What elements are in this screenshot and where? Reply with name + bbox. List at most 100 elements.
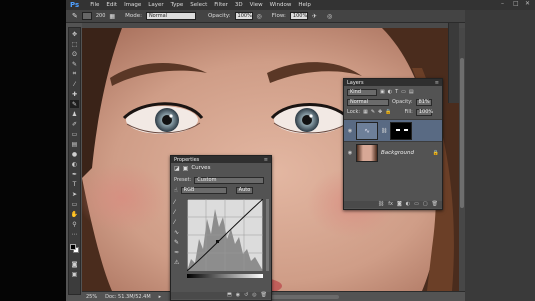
eyedropper-tool-icon[interactable]: ⁄ — [70, 80, 79, 88]
vertical-scroll-thumb[interactable] — [460, 58, 464, 208]
smooth-icon[interactable]: ≈ — [174, 249, 182, 256]
background-layer-name[interactable]: Background — [381, 150, 414, 156]
preset-select[interactable]: Custom — [194, 176, 265, 184]
new-layer-icon[interactable]: ▢ — [423, 201, 428, 208]
blend-mode-select[interactable]: Normal — [347, 98, 389, 106]
filter-smart-icon[interactable]: ▤ — [409, 89, 414, 95]
background-thumbnail[interactable] — [356, 143, 378, 162]
screen-mode-icon[interactable]: ▣ — [70, 270, 79, 278]
layer-mask-thumbnail[interactable] — [390, 121, 413, 140]
link-layers-icon[interactable]: ⛓ — [378, 201, 384, 208]
filter-shape-icon[interactable]: ▭ — [401, 89, 406, 95]
menu-filter[interactable]: Filter — [214, 2, 228, 8]
minimize-icon[interactable]: – — [501, 1, 507, 7]
filter-type-icon[interactable]: T — [395, 89, 398, 95]
curves-graph[interactable] — [187, 199, 263, 271]
brush-tool-selected-icon[interactable]: ✎ — [70, 100, 79, 108]
zoom-tool-icon[interactable]: ⚲ — [70, 220, 79, 228]
target-adjust-icon[interactable]: ☝ — [174, 187, 178, 194]
dodge-tool-icon[interactable]: ◐ — [70, 160, 79, 168]
filter-pixel-icon[interactable]: ▣ — [380, 89, 385, 95]
menu-file[interactable]: File — [90, 2, 99, 8]
view-previous-icon[interactable]: ◉ — [236, 292, 240, 299]
new-group-icon[interactable]: ▭ — [414, 201, 419, 208]
move-tool-icon[interactable]: ✥ — [70, 30, 79, 38]
reset-icon[interactable]: ↺ — [244, 292, 248, 299]
panel-menu-icon[interactable]: ≡ — [264, 157, 268, 163]
clip-layer-icon[interactable]: ⬒ — [227, 292, 232, 299]
menu-3d[interactable]: 3D — [235, 2, 243, 8]
lock-pixels-icon[interactable]: ✎ — [371, 109, 375, 115]
hand-tool-icon[interactable]: ✋ — [70, 210, 79, 218]
mode-select[interactable]: Normal — [145, 12, 196, 20]
quick-mask-icon[interactable]: ◙ — [70, 260, 79, 268]
properties-scrollbar[interactable] — [266, 199, 269, 271]
more-tools-icon[interactable]: ⋯ — [70, 230, 79, 238]
visibility-icon[interactable]: ◎ — [252, 292, 256, 299]
healing-tool-icon[interactable]: ✚ — [70, 90, 79, 98]
gradient-tool-icon[interactable]: ▤ — [70, 140, 79, 148]
lock-all-icon[interactable]: 🔒 — [385, 109, 391, 115]
menu-edit[interactable]: Edit — [106, 2, 117, 8]
lock-position-icon[interactable]: ✥ — [378, 109, 382, 115]
menu-image[interactable]: Image — [124, 2, 141, 8]
shape-tool-icon[interactable]: ▭ — [70, 200, 79, 208]
fx-icon[interactable]: fx — [388, 201, 393, 208]
menu-view[interactable]: View — [250, 2, 263, 8]
mask-icon[interactable]: ▣ — [183, 165, 189, 172]
eraser-tool-icon[interactable]: ▭ — [70, 130, 79, 138]
menu-window[interactable]: Window — [270, 2, 292, 8]
brush-panel-icon[interactable]: ▦ — [109, 13, 115, 20]
new-adjustment-icon[interactable]: ◐ — [406, 201, 410, 208]
quick-select-tool-icon[interactable]: ✎ — [70, 60, 79, 68]
menu-select[interactable]: Select — [190, 2, 207, 8]
curve-point-icon[interactable]: ∿ — [174, 229, 182, 236]
layers-opacity-field[interactable]: 81% — [415, 98, 432, 106]
zoom-level[interactable]: 25% — [86, 294, 97, 300]
lock-transparency-icon[interactable]: ▦ — [363, 109, 368, 115]
kind-filter-select[interactable]: Kind — [347, 88, 377, 96]
visibility-eye-icon[interactable]: ◉ — [347, 128, 353, 134]
fill-field[interactable]: 100% — [415, 108, 433, 116]
channel-select[interactable]: RGB — [180, 186, 227, 194]
pencil-icon[interactable]: ✎ — [174, 239, 182, 246]
clone-stamp-tool-icon[interactable]: ♟ — [70, 110, 79, 118]
menu-type[interactable]: Type — [171, 2, 184, 8]
warning-icon[interactable]: ⚠ — [174, 259, 182, 266]
brush-preset-picker[interactable] — [81, 12, 92, 20]
blur-tool-icon[interactable]: ● — [70, 150, 79, 158]
menu-layer[interactable]: Layer — [148, 2, 163, 8]
history-brush-tool-icon[interactable]: ✐ — [70, 120, 79, 128]
pen-tool-icon[interactable]: ✒ — [70, 170, 79, 178]
curves-layer-row[interactable]: ◉ ∿ ⛓ — [344, 119, 442, 141]
pressure-opacity-icon[interactable]: ◎ — [257, 13, 262, 20]
maximize-icon[interactable]: □ — [513, 1, 519, 7]
crop-tool-icon[interactable]: ⌗ — [70, 70, 79, 78]
add-mask-icon[interactable]: ◙ — [397, 201, 402, 208]
eyedropper-gray-icon[interactable]: ⁄ — [174, 209, 182, 216]
status-arrow-icon[interactable]: ▸ — [159, 294, 162, 300]
layers-panel-menu-icon[interactable]: ≡ — [435, 80, 439, 86]
background-visibility-eye-icon[interactable]: ◉ — [347, 150, 353, 156]
background-layer-row[interactable]: ◉ Background 🔒 — [344, 141, 442, 163]
close-icon[interactable]: ✕ — [525, 1, 531, 7]
airbrush-icon[interactable]: ✈ — [312, 13, 317, 20]
curves-adjustment-thumbnail[interactable]: ∿ — [356, 121, 378, 140]
opacity-field[interactable]: 100% — [234, 12, 253, 20]
eyedropper-white-icon[interactable]: ⁄ — [174, 219, 182, 226]
type-tool-icon[interactable]: T — [70, 180, 79, 188]
auto-button[interactable]: Auto — [235, 186, 254, 194]
flow-field[interactable]: 100% — [289, 12, 308, 20]
menu-help[interactable]: Help — [298, 2, 311, 8]
pressure-size-icon[interactable]: ◎ — [327, 13, 332, 20]
delete-layer-icon[interactable]: 🗑 — [432, 201, 438, 208]
delete-adjustment-icon[interactable]: 🗑 — [261, 292, 267, 299]
path-select-tool-icon[interactable]: ➤ — [70, 190, 79, 198]
filter-adjust-icon[interactable]: ◐ — [388, 89, 392, 95]
lasso-tool-icon[interactable]: ʘ — [70, 50, 79, 58]
foreground-color-swatch[interactable] — [69, 244, 76, 250]
marquee-tool-icon[interactable]: ⬚ — [70, 40, 79, 48]
brush-tool-icon[interactable]: ✎ — [72, 12, 78, 20]
eyedropper-black-icon[interactable]: ⁄ — [174, 199, 182, 206]
color-swatches[interactable] — [69, 244, 80, 254]
